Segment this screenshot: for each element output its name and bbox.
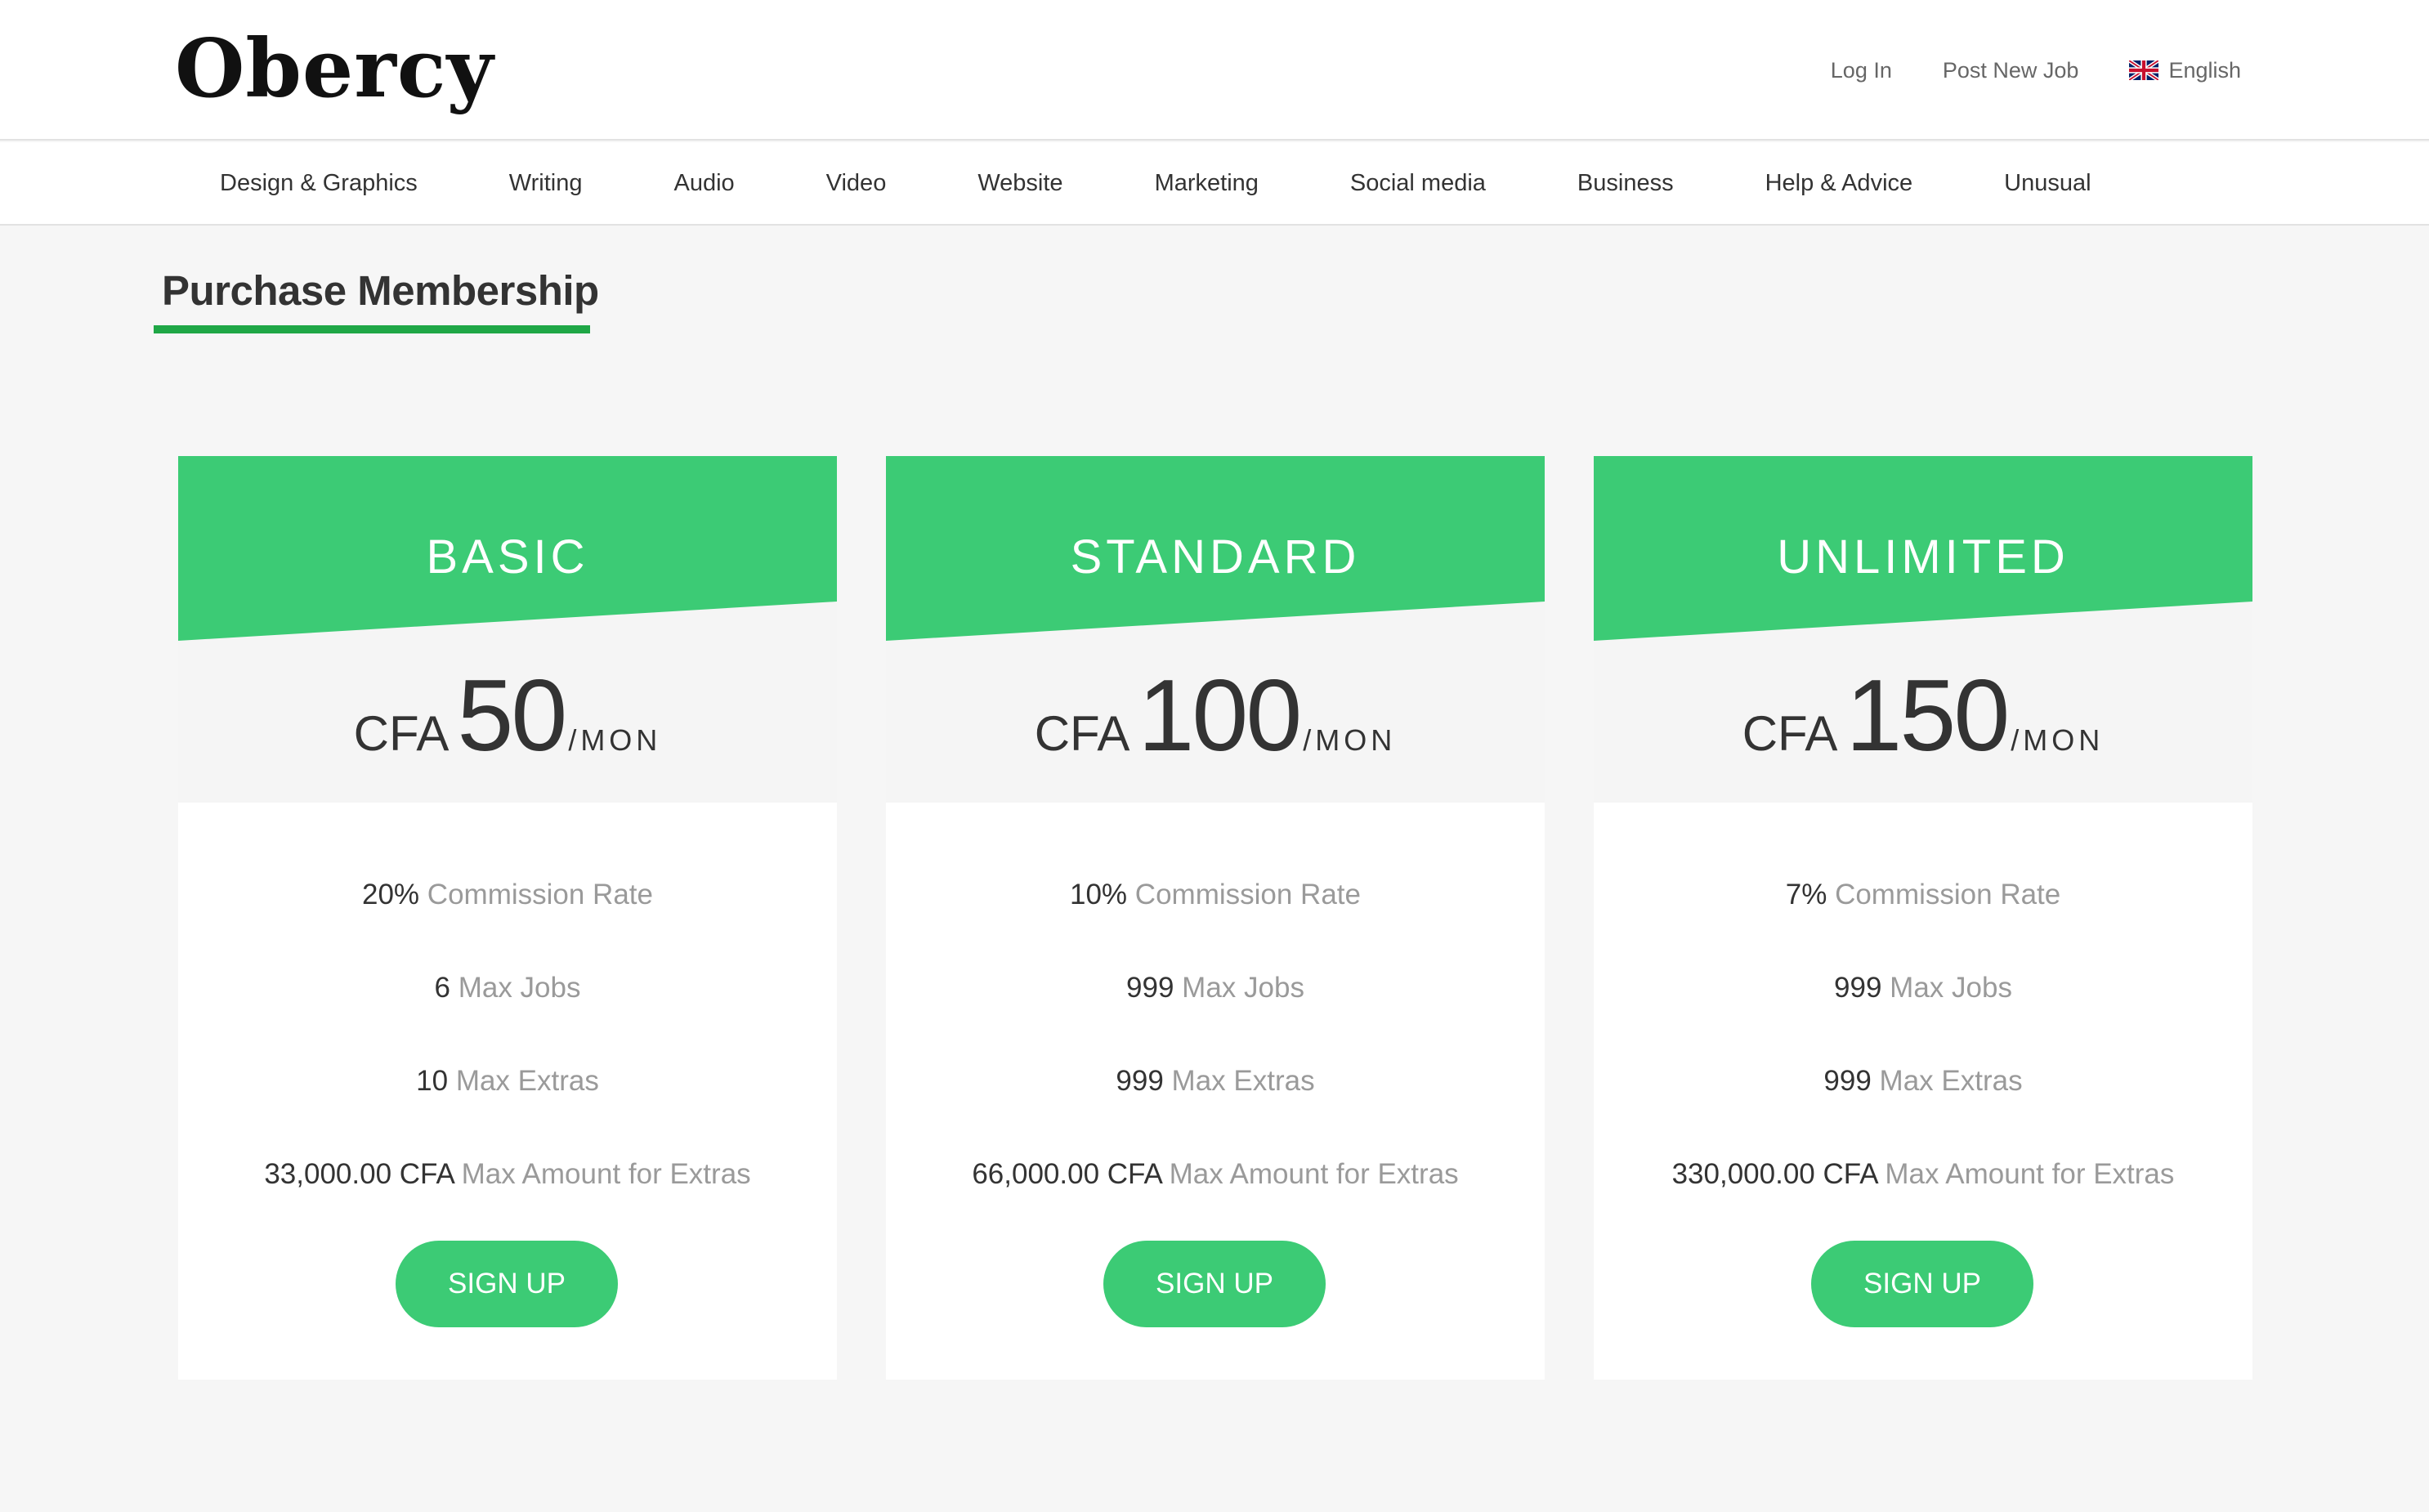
feature-max-extras: 10 Max Extras (416, 1065, 599, 1097)
feature-max-amount: 66,000.00 CFA Max Amount for Extras (972, 1158, 1459, 1190)
top-header: Obercy Log In Post New Job English (0, 0, 2429, 141)
feature-commission: 10% Commission Rate (1070, 879, 1361, 910)
feature-max-extras: 999 Max Extras (1823, 1065, 2023, 1097)
plan-name: BASIC (426, 530, 589, 584)
plan-header: STANDARD CFA 100 /MON (886, 456, 1545, 803)
nav-item-help-advice[interactable]: Help & Advice (1765, 170, 1913, 197)
nav-item-unusual[interactable]: Unusual (2004, 170, 2091, 197)
feature-max-jobs: 999 Max Jobs (1834, 972, 2012, 1004)
price-currency: CFA (1742, 706, 1838, 761)
plan-name: STANDARD (1070, 530, 1361, 584)
category-nav: Design & Graphics Writing Audio Video We… (0, 142, 2429, 226)
plan-card-standard: STANDARD CFA 100 /MON 10% Commission Rat… (886, 456, 1545, 1380)
price-amount: 150 (1845, 660, 2010, 772)
feature-max-amount: 33,000.00 CFA Max Amount for Extras (264, 1158, 751, 1190)
nav-item-social-media[interactable]: Social media (1350, 170, 1486, 197)
plan-price: CFA 100 /MON (886, 660, 1545, 772)
feature-max-jobs: 6 Max Jobs (434, 972, 581, 1004)
price-period: /MON (2011, 723, 2105, 757)
header-links: Log In Post New Job English (1831, 51, 2241, 90)
signup-button-basic[interactable]: SIGN UP (396, 1241, 618, 1327)
plan-price: CFA 150 /MON (1594, 660, 2252, 772)
feature-commission: 20% Commission Rate (362, 879, 653, 910)
plan-features: 7% Commission Rate 999 Max Jobs 999 Max … (1594, 848, 2252, 1221)
uk-flag-icon (2129, 60, 2159, 80)
price-currency: CFA (353, 706, 450, 761)
nav-item-writing[interactable]: Writing (509, 170, 583, 197)
site-logo[interactable]: Obercy (175, 16, 494, 123)
plan-features: 10% Commission Rate 999 Max Jobs 999 Max… (886, 848, 1545, 1221)
post-new-job-link[interactable]: Post New Job (1943, 58, 2079, 83)
plan-price: CFA 50 /MON (178, 660, 837, 772)
feature-max-amount: 330,000.00 CFA Max Amount for Extras (1671, 1158, 2175, 1190)
nav-item-design-graphics[interactable]: Design & Graphics (220, 170, 418, 197)
page-title: Purchase Membership (162, 267, 599, 314)
signup-button-unlimited[interactable]: SIGN UP (1811, 1241, 2033, 1327)
feature-max-extras: 999 Max Extras (1116, 1065, 1315, 1097)
price-currency: CFA (1034, 706, 1130, 761)
plan-card-unlimited: UNLIMITED CFA 150 /MON 7% Commission Rat… (1594, 456, 2252, 1380)
signup-button-standard[interactable]: SIGN UP (1103, 1241, 1326, 1327)
plan-features: 20% Commission Rate 6 Max Jobs 10 Max Ex… (178, 848, 837, 1221)
title-underline (154, 325, 590, 333)
price-period: /MON (1303, 723, 1397, 757)
plan-name: UNLIMITED (1777, 530, 2069, 584)
nav-item-marketing[interactable]: Marketing (1155, 170, 1259, 197)
language-label: English (2168, 57, 2241, 83)
plan-header: BASIC CFA 50 /MON (178, 456, 837, 803)
nav-item-audio[interactable]: Audio (674, 170, 735, 197)
nav-item-website[interactable]: Website (977, 170, 1062, 197)
price-amount: 50 (457, 660, 567, 772)
nav-item-video[interactable]: Video (826, 170, 887, 197)
feature-max-jobs: 999 Max Jobs (1126, 972, 1304, 1004)
language-selector[interactable]: English (2129, 58, 2241, 83)
feature-commission: 7% Commission Rate (1785, 879, 2061, 910)
price-period: /MON (568, 723, 662, 757)
nav-item-business[interactable]: Business (1577, 170, 1674, 197)
login-link[interactable]: Log In (1831, 58, 1892, 83)
plan-header: UNLIMITED CFA 150 /MON (1594, 456, 2252, 803)
plan-card-basic: BASIC CFA 50 /MON 20% Commission Rate 6 … (178, 456, 837, 1380)
price-amount: 100 (1138, 660, 1302, 772)
